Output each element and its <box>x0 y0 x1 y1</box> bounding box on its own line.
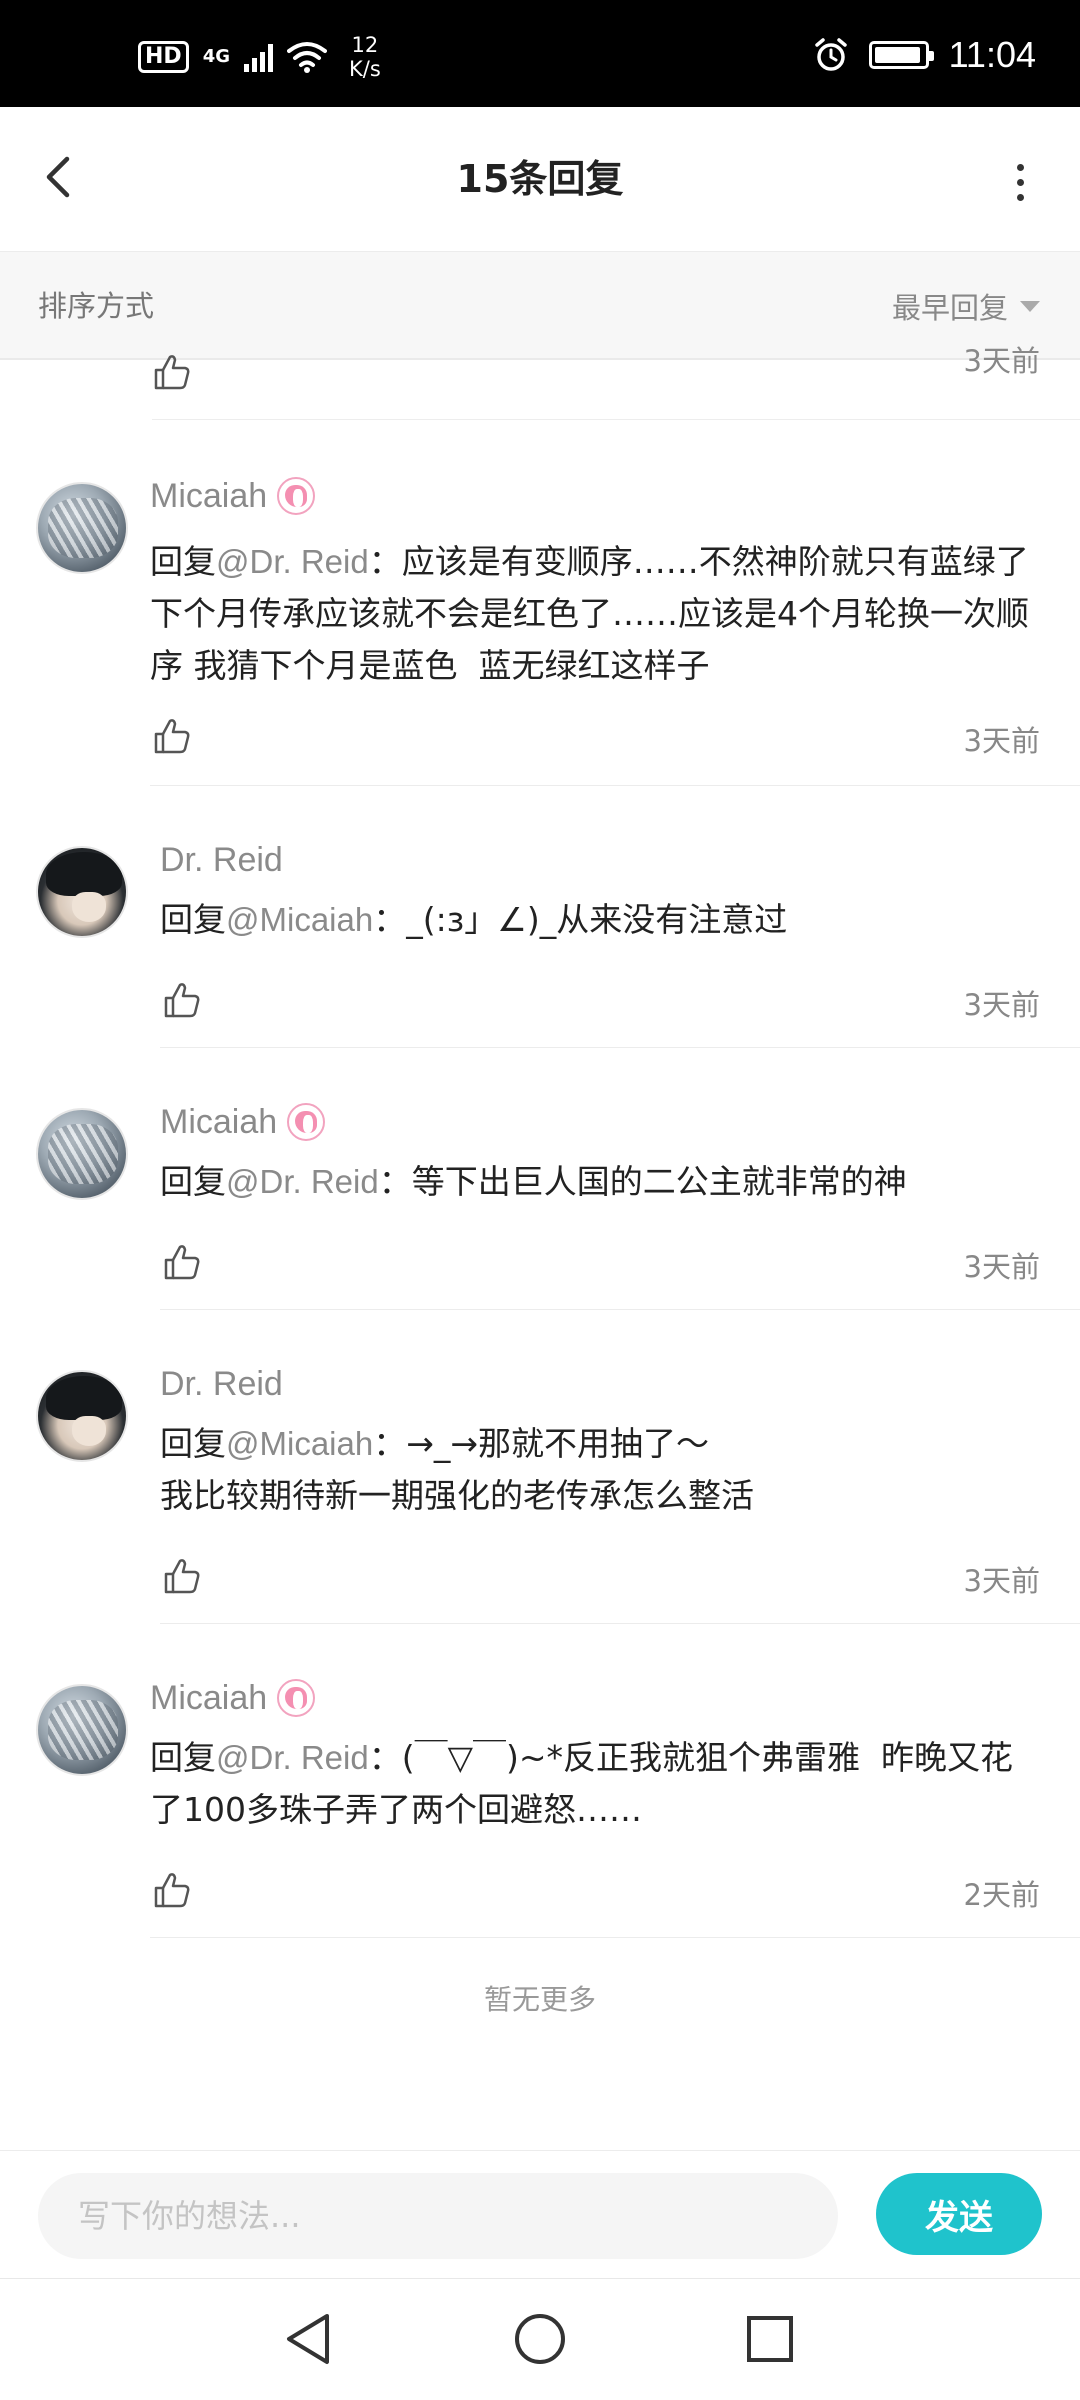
mention-link[interactable]: @Dr. Reid <box>216 1739 369 1776</box>
alarm-icon <box>814 38 847 71</box>
reply-time: 2天前 <box>963 1878 1040 1912</box>
reply-time: 3天前 <box>963 1564 1040 1598</box>
thumbs-up-icon[interactable] <box>152 716 192 756</box>
reply-prefix: 回复 <box>150 1738 216 1777</box>
reply-item[interactable]: Dr. Reid 回复@Micaiah：→_→那就不用抽了～ 我比较期待新一期强化… <box>0 1310 1080 1624</box>
sort-label: 排序方式 <box>38 289 155 323</box>
username-text: Dr. Reid <box>160 1364 283 1403</box>
more-dot-icon <box>1016 178 1024 186</box>
comment-composer: 发送 <box>0 2150 1080 2278</box>
reply-list: 3天前 <box>0 347 1080 420</box>
reply-content: 回复@Dr. Reid：等下出巨人国的二公主就非常的神 <box>160 1156 1044 1208</box>
sort-bar: 排序方式 最早回复 <box>0 252 1080 360</box>
system-nav-bar <box>0 2278 1080 2400</box>
username-text: Micaiah <box>150 1678 268 1717</box>
reply-prefix: 回复 <box>160 1424 226 1463</box>
avatar[interactable] <box>36 1108 128 1200</box>
reply-time: 3天前 <box>963 724 1040 758</box>
reply-time: 3天前 <box>963 344 1040 378</box>
reply-time: 3天前 <box>963 1250 1040 1284</box>
username-text: Micaiah <box>150 476 268 515</box>
mention-link[interactable]: @Micaiah <box>226 1425 373 1462</box>
status-left: HD 4G 12 K/s <box>138 30 381 84</box>
battery-icon <box>868 41 934 69</box>
hd-icon: HD <box>138 41 189 73</box>
reply-prefix: 回复 <box>150 542 216 581</box>
chevron-left-icon <box>46 156 70 198</box>
more-options-button[interactable] <box>1000 157 1040 207</box>
user-badge-icon <box>277 477 316 515</box>
status-bar: HD 4G 12 K/s 11:04 <box>0 0 1080 107</box>
speed-unit: K/s <box>349 57 381 81</box>
reply-time: 3天前 <box>963 988 1040 1022</box>
comment-input[interactable] <box>38 2173 838 2259</box>
reply-item[interactable]: Micaiah 回复@Dr. Reid：(￣▽￣)~*反正我就狙个弗雷雅 昨晚又花… <box>0 1624 1080 1938</box>
user-badge-icon <box>287 1103 326 1141</box>
thumbs-up-icon[interactable] <box>152 1870 192 1910</box>
signal-icon <box>244 42 273 72</box>
network-type: 4G <box>202 46 230 67</box>
mention-link[interactable]: @Dr. Reid <box>216 543 369 580</box>
no-more-text: 暂无更多 <box>483 1983 596 2016</box>
avatar[interactable] <box>36 1370 128 1462</box>
square-recents-icon <box>747 2316 793 2362</box>
username-text: Micaiah <box>160 1102 278 1141</box>
mention-link[interactable]: @Dr. Reid <box>226 1163 379 1200</box>
sort-selected: 最早回复 <box>891 291 1008 325</box>
more-dot-icon <box>1016 163 1024 171</box>
nav-back-button[interactable] <box>276 2307 340 2371</box>
more-dot-icon <box>1016 193 1024 201</box>
thumbs-up-icon[interactable] <box>162 1242 202 1282</box>
reply-text: ：_(:з」∠)_从来没有注意过 <box>373 900 788 939</box>
reply-content: 回复@Dr. Reid：应该是有变顺序……不然神阶就只有蓝绿了 下个月传承应该就… <box>150 536 1044 692</box>
nav-home-button[interactable] <box>508 2307 572 2371</box>
reply-prefix: 回复 <box>160 900 226 939</box>
username[interactable]: Dr. Reid <box>160 838 283 882</box>
network-speed: 12 K/s <box>349 33 381 81</box>
divider <box>150 1937 1080 1938</box>
username[interactable]: Micaiah <box>150 474 316 518</box>
send-button[interactable]: 发送 <box>876 2173 1042 2255</box>
user-badge-icon <box>277 1679 316 1717</box>
circle-home-icon <box>515 2314 565 2364</box>
reply-prefix: 回复 <box>160 1162 226 1201</box>
thumbs-up-icon[interactable] <box>162 980 202 1020</box>
username[interactable]: Micaiah <box>160 1100 326 1144</box>
avatar[interactable] <box>36 1684 128 1776</box>
avatar[interactable] <box>36 846 128 938</box>
page-title: 15条回复 <box>456 157 624 201</box>
wifi-icon <box>287 42 327 73</box>
avatar[interactable] <box>36 482 128 574</box>
list-item-partial: 3天前 <box>152 347 1080 420</box>
thumbs-up-icon[interactable] <box>162 1556 202 1596</box>
reply-content: 回复@Dr. Reid：(￣▽￣)~*反正我就狙个弗雷雅 昨晚又花了100多珠子… <box>150 1732 1044 1836</box>
battery-fill <box>874 47 920 63</box>
back-button[interactable] <box>28 147 88 207</box>
reply-text: ：等下出巨人国的二公主就非常的神 <box>378 1162 907 1201</box>
nav-recents-button[interactable] <box>738 2307 802 2371</box>
triangle-back-icon <box>287 2314 329 2364</box>
username[interactable]: Dr. Reid <box>160 1362 283 1406</box>
clock: 11:04 <box>948 34 1036 75</box>
speed-value: 12 <box>351 33 379 57</box>
mention-link[interactable]: @Micaiah <box>226 901 373 938</box>
username-text: Dr. Reid <box>160 840 283 879</box>
reply-content: 回复@Micaiah：→_→那就不用抽了～ 我比较期待新一期强化的老传承怎么整活 <box>160 1418 1044 1522</box>
reply-item[interactable]: Dr. Reid 回复@Micaiah：_(:з」∠)_从来没有注意过 3天前 <box>0 786 1080 1048</box>
thumbs-up-icon[interactable] <box>152 352 192 392</box>
reply-content: 回复@Micaiah：_(:з」∠)_从来没有注意过 <box>160 894 1044 946</box>
reply-item[interactable]: Micaiah 回复@Dr. Reid：应该是有变顺序……不然神阶就只有蓝绿了 下… <box>0 420 1080 786</box>
reply-item[interactable]: Micaiah 回复@Dr. Reid：等下出巨人国的二公主就非常的神 3天前 <box>0 1048 1080 1310</box>
caret-down-icon <box>1020 300 1040 312</box>
status-right: 11:04 <box>813 30 1036 80</box>
username[interactable]: Micaiah <box>150 1676 316 1720</box>
header: 15条回复 <box>0 107 1080 252</box>
